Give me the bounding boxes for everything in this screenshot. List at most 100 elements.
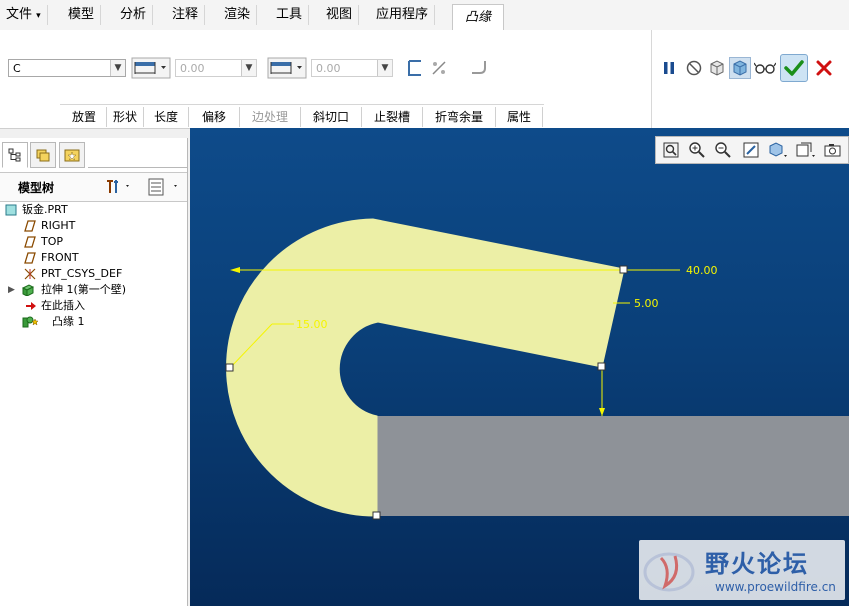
verify-mode-button[interactable] (729, 57, 751, 79)
tools-icon (107, 180, 129, 193)
subtab-miter-cuts[interactable]: 斜切口 (301, 107, 362, 127)
graphics-viewport[interactable]: 40.00 5.00 15.00 (190, 128, 849, 606)
dimension-text-radius[interactable]: 15.00 (296, 318, 328, 331)
base-wall[interactable] (377, 416, 849, 516)
tab-applications[interactable]: 应用程序 (370, 5, 436, 25)
no-preview-button[interactable] (683, 57, 705, 79)
extrude-wall-icon (22, 284, 34, 296)
drag-handle[interactable] (597, 362, 606, 371)
zoom-fit-icon (663, 142, 679, 158)
list-display-icon (148, 178, 177, 196)
datum-plane-icon (24, 252, 36, 264)
pause-icon (664, 62, 674, 74)
flange-icon (22, 316, 39, 328)
glasses-preview-icon (754, 62, 776, 74)
dimension-text-thickness[interactable]: 5.00 (634, 297, 659, 310)
drag-handle[interactable] (619, 265, 628, 274)
subtab-shape[interactable]: 形状 (107, 107, 144, 127)
length-type-icon (131, 57, 171, 79)
saved-views-icon (796, 142, 815, 157)
length1-type-button[interactable] (131, 57, 171, 79)
part-icon (5, 204, 17, 216)
close-icon (816, 60, 832, 76)
zoom-in-icon (689, 142, 705, 158)
tab-model-tree[interactable] (2, 142, 28, 168)
thickness-side-button[interactable] (428, 57, 450, 79)
model-tree-panel: 模型树 钣金.PRT RIGHT TOP FRONT PRT_CSYS_DEF … (0, 138, 188, 606)
thickness-side-icon (432, 61, 446, 75)
tree-title: 模型树 (18, 181, 55, 195)
csys-icon (24, 268, 36, 280)
subtab-placement[interactable]: 放置 (62, 107, 107, 127)
drag-handle[interactable] (372, 511, 381, 520)
dimension-arrow (230, 267, 240, 273)
chevron-down-icon: ▼ (377, 60, 392, 76)
drag-handle[interactable] (225, 363, 234, 372)
pause-button[interactable] (658, 57, 680, 79)
subtab-relief[interactable]: 止裂槽 (362, 107, 423, 127)
subtab-bend-allowance[interactable]: 折弯余量 (423, 107, 496, 127)
forum-watermark: 野火论坛 www.proewildfire.cn (639, 540, 845, 600)
tab-tools[interactable]: 工具 (270, 5, 310, 25)
dimension-text-length[interactable]: 40.00 (686, 264, 718, 277)
tab-layers[interactable] (30, 142, 56, 168)
folder-layers-icon (36, 149, 50, 162)
tab-favorites[interactable] (59, 142, 85, 168)
subtab-edge-treatment[interactable]: 边处理 (240, 107, 301, 127)
tab-render[interactable]: 渲染 (218, 5, 258, 25)
tab-annotate[interactable]: 注释 (166, 5, 206, 25)
flip-profile-icon (408, 60, 421, 76)
cancel-button[interactable] (813, 57, 835, 79)
view-toolbar (655, 136, 849, 164)
model-canvas[interactable]: 40.00 5.00 15.00 (190, 128, 849, 606)
length-type-icon (267, 57, 307, 79)
bend-button[interactable] (468, 57, 490, 79)
length1-input[interactable]: 0.00 ▼ (175, 59, 257, 77)
fire-logo-icon (643, 552, 695, 592)
glasses-preview-button[interactable] (754, 57, 776, 79)
subtab-properties[interactable]: 属性 (496, 107, 543, 127)
tab-flange[interactable]: 凸缘 (452, 4, 505, 31)
camera-icon (824, 144, 841, 157)
tab-model[interactable]: 模型 (62, 5, 102, 25)
watermark-url: www.proewildfire.cn (715, 580, 836, 594)
watermark-title: 野火论坛 (705, 550, 809, 578)
subtab-offset[interactable]: 偏移 (189, 107, 240, 127)
tree-show-button[interactable] (146, 177, 184, 197)
folder-star-icon (64, 149, 80, 162)
refit-button[interactable] (660, 139, 682, 161)
profile-dropdown[interactable]: C ▼ (8, 59, 126, 77)
bend-icon (472, 61, 486, 74)
length2-type-button[interactable] (267, 57, 307, 79)
chevron-down-icon: ▼ (241, 60, 256, 76)
preview-geometry-button[interactable] (706, 57, 728, 79)
chevron-down-icon: ▾ (36, 11, 41, 21)
tab-view[interactable]: 视图 (320, 5, 360, 25)
ok-button[interactable] (780, 54, 808, 82)
menubar: 文件 ▾ 模型 分析 注释 渲染 工具 视图 应用程序 凸缘 (0, 0, 849, 31)
tree-settings-button[interactable] (104, 177, 134, 197)
zoom-in-button[interactable] (686, 139, 708, 161)
ribbon: C ▼ 0.00 ▼ 0.00 ▼ 放置 形状 长度 偏移 边处理 斜切口 止裂… (0, 30, 849, 129)
dimension-arrow (599, 408, 605, 416)
display-style-button[interactable] (766, 139, 788, 161)
check-icon (784, 60, 804, 76)
verify-mode-icon (733, 60, 747, 76)
divider (88, 167, 187, 168)
insert-here-arrow-icon (26, 302, 36, 310)
file-menu[interactable]: 文件 ▾ (0, 5, 48, 25)
tree-header: 模型树 (0, 172, 187, 202)
subtab-length[interactable]: 长度 (144, 107, 189, 127)
zoom-out-button[interactable] (712, 139, 734, 161)
display-style-icon (769, 142, 787, 157)
expand-arrow-icon[interactable]: ▶ (8, 282, 15, 298)
tab-analysis[interactable]: 分析 (114, 5, 154, 25)
zoom-out-icon (715, 142, 731, 158)
repaint-button[interactable] (740, 139, 762, 161)
length2-input[interactable]: 0.00 ▼ (311, 59, 393, 77)
preview-geometry-icon (710, 60, 724, 76)
no-preview-icon (686, 60, 702, 76)
screenshot-button[interactable] (822, 139, 844, 161)
flip-profile-button[interactable] (404, 57, 426, 79)
saved-views-button[interactable] (794, 139, 816, 161)
